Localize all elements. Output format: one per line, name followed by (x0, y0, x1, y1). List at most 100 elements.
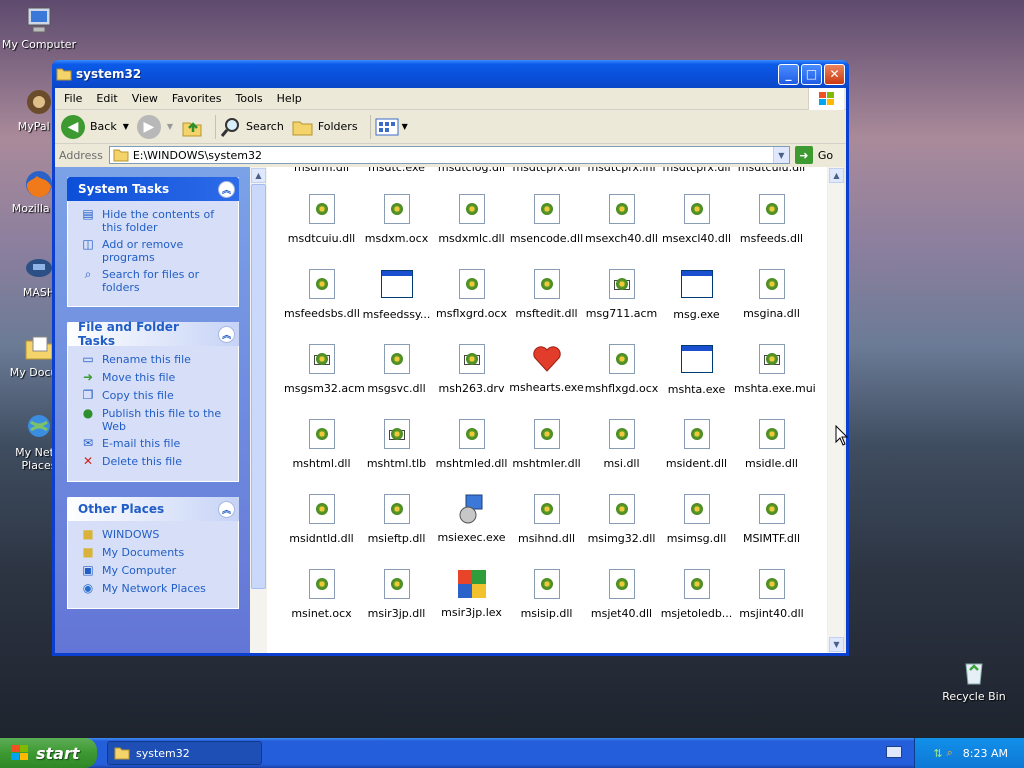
file-item[interactable]: msdtcuiu.dll (734, 167, 809, 174)
file-item[interactable]: msfeedssy... (359, 268, 434, 321)
search-button[interactable]: Search (220, 116, 284, 138)
file-item[interactable]: msidle.dll (734, 418, 809, 470)
start-button[interactable]: start (0, 738, 97, 768)
file-item[interactable]: msh263.drv (434, 343, 509, 395)
task-move-file[interactable]: ➜ Move this file (80, 371, 232, 385)
menu-favorites[interactable]: Favorites (165, 92, 229, 105)
file-item[interactable]: msiexec.exe (434, 493, 509, 544)
file-item[interactable]: msdxm.ocx (359, 193, 434, 245)
file-item[interactable]: mshtml.dll (284, 418, 359, 470)
place-windows[interactable]: ■ WINDOWS (80, 528, 232, 542)
menu-file[interactable]: File (55, 92, 89, 105)
file-item[interactable]: mshtml.tlb (359, 418, 434, 470)
file-item[interactable]: msdtclog.dll (434, 167, 509, 174)
forward-button[interactable]: ▶ ▼ (136, 114, 173, 139)
file-item[interactable]: msgsvc.dll (359, 343, 434, 395)
scroll-up-arrow-icon[interactable]: ▲ (829, 168, 844, 183)
task-hide-folder-contents[interactable]: ▤ Hide the contents of this folder (80, 208, 232, 235)
collapse-icon[interactable]: ︽ (218, 180, 235, 198)
go-button[interactable]: ➜ Go (794, 146, 833, 164)
views-button[interactable]: ▼ (375, 117, 408, 137)
file-item[interactable]: msdxmlc.dll (434, 193, 509, 245)
desktop-icon-my-computer[interactable]: My Computer (0, 4, 78, 51)
file-item[interactable]: msdtcuiu.dll (284, 193, 359, 245)
file-item[interactable]: msieftp.dll (359, 493, 434, 545)
file-item[interactable]: msg711.acm (584, 268, 659, 320)
task-add-remove-programs[interactable]: ◫ Add or remove programs (80, 238, 232, 265)
file-item[interactable]: msdtcprx.ini (584, 167, 659, 174)
folders-button[interactable]: Folders (292, 117, 358, 137)
scroll-down-arrow-icon[interactable]: ▼ (829, 637, 844, 652)
file-item[interactable]: mshta.exe (659, 343, 734, 396)
place-my-computer[interactable]: ▣ My Computer (80, 564, 232, 578)
keyboard-icon[interactable] (886, 746, 902, 758)
file-item[interactable]: msdtc.exe (359, 167, 434, 174)
scroll-up-arrow-icon[interactable]: ▲ (251, 168, 266, 183)
collapse-icon[interactable]: ︽ (218, 500, 235, 518)
file-item[interactable]: msdtcprx.dll (509, 167, 584, 174)
file-item[interactable]: msimsg.dll (659, 493, 734, 545)
minimize-button[interactable]: _ (778, 63, 799, 85)
file-item[interactable]: msi.dll (584, 418, 659, 470)
task-rename-file[interactable]: ▭ Rename this file (80, 353, 232, 367)
file-item[interactable]: mshtmler.dll (509, 418, 584, 470)
menu-view[interactable]: View (125, 92, 165, 105)
task-search-files[interactable]: ⌕ Search for files or folders (80, 268, 232, 295)
file-item[interactable]: msdrm.dll (284, 167, 359, 174)
menu-tools[interactable]: Tools (229, 92, 270, 105)
file-item[interactable]: msdtcprx.dll (659, 167, 734, 174)
task-email-file[interactable]: ✉ E-mail this file (80, 437, 232, 451)
file-list-scrollbar[interactable]: ▲ ▼ (827, 167, 844, 653)
menu-edit[interactable]: Edit (89, 92, 124, 105)
file-item[interactable]: msfeeds.dll (734, 193, 809, 245)
file-folder-tasks-header[interactable]: File and Folder Tasks ︽ (67, 320, 239, 348)
close-button[interactable]: ✕ (824, 63, 845, 85)
file-item[interactable]: mshtmled.dll (434, 418, 509, 470)
up-folder-button[interactable] (181, 116, 203, 138)
file-item[interactable]: msir3jp.lex (434, 568, 509, 619)
place-my-documents[interactable]: ■ My Documents (80, 546, 232, 560)
network-tray-icon[interactable]: ⇅ (933, 747, 942, 760)
file-item[interactable]: msg.exe (659, 268, 734, 321)
file-item[interactable]: mshearts.exe (509, 343, 584, 394)
desktop-icon-recycle-bin[interactable]: Recycle Bin (935, 656, 1013, 703)
task-delete-file[interactable]: ✕ Delete this file (80, 455, 232, 469)
file-item[interactable]: msgina.dll (734, 268, 809, 320)
file-item[interactable]: msidntld.dll (284, 493, 359, 545)
file-item[interactable]: msident.dll (659, 418, 734, 470)
file-item[interactable]: msisip.dll (509, 568, 584, 620)
place-my-network-places[interactable]: ◉ My Network Places (80, 582, 232, 596)
taskbar-window-button[interactable]: system32 (107, 741, 262, 765)
task-pane-scrollbar[interactable]: ▲ (250, 167, 267, 653)
address-input[interactable]: E:\WINDOWS\system32 ▼ (108, 146, 790, 164)
file-item[interactable]: msexch40.dll (584, 193, 659, 245)
file-item[interactable]: msgsm32.acm (284, 343, 365, 395)
task-publish-web[interactable]: ● Publish this file to the Web (80, 407, 232, 434)
file-item[interactable]: msfeedsbs.dll (284, 268, 360, 320)
task-copy-file[interactable]: ❐ Copy this file (80, 389, 232, 403)
file-item[interactable]: msjet40.dll (584, 568, 659, 620)
search-tray-icon[interactable]: ⌕ (947, 746, 953, 760)
file-item[interactable]: msexcl40.dll (659, 193, 734, 245)
other-places-header[interactable]: Other Places ︽ (67, 497, 239, 521)
file-item[interactable]: msihnd.dll (509, 493, 584, 545)
collapse-icon[interactable]: ︽ (218, 325, 235, 343)
scroll-thumb[interactable] (251, 184, 266, 589)
file-item[interactable]: MSIMTF.dll (734, 493, 809, 545)
file-item[interactable]: msflxgrd.ocx (434, 268, 509, 320)
back-button[interactable]: ◀ Back ▼ (61, 114, 129, 139)
file-item[interactable]: msftedit.dll (509, 268, 584, 320)
file-item[interactable]: msjetoledb... (659, 568, 734, 620)
file-item[interactable]: msir3jp.dll (359, 568, 434, 620)
file-item[interactable]: msimg32.dll (584, 493, 659, 545)
maximize-button[interactable]: □ (801, 63, 822, 85)
file-item[interactable]: msjint40.dll (734, 568, 809, 620)
file-item[interactable]: msinet.ocx (284, 568, 359, 620)
system-tasks-header[interactable]: System Tasks ︽ (67, 177, 239, 201)
file-item[interactable]: mshflxgd.ocx (584, 343, 659, 395)
clock[interactable]: 8:23 AM (963, 747, 1008, 760)
address-dropdown-button[interactable]: ▼ (772, 147, 789, 163)
title-bar[interactable]: system32 _ □ ✕ (52, 60, 849, 88)
file-item[interactable]: msencode.dll (509, 193, 584, 245)
menu-help[interactable]: Help (270, 92, 309, 105)
